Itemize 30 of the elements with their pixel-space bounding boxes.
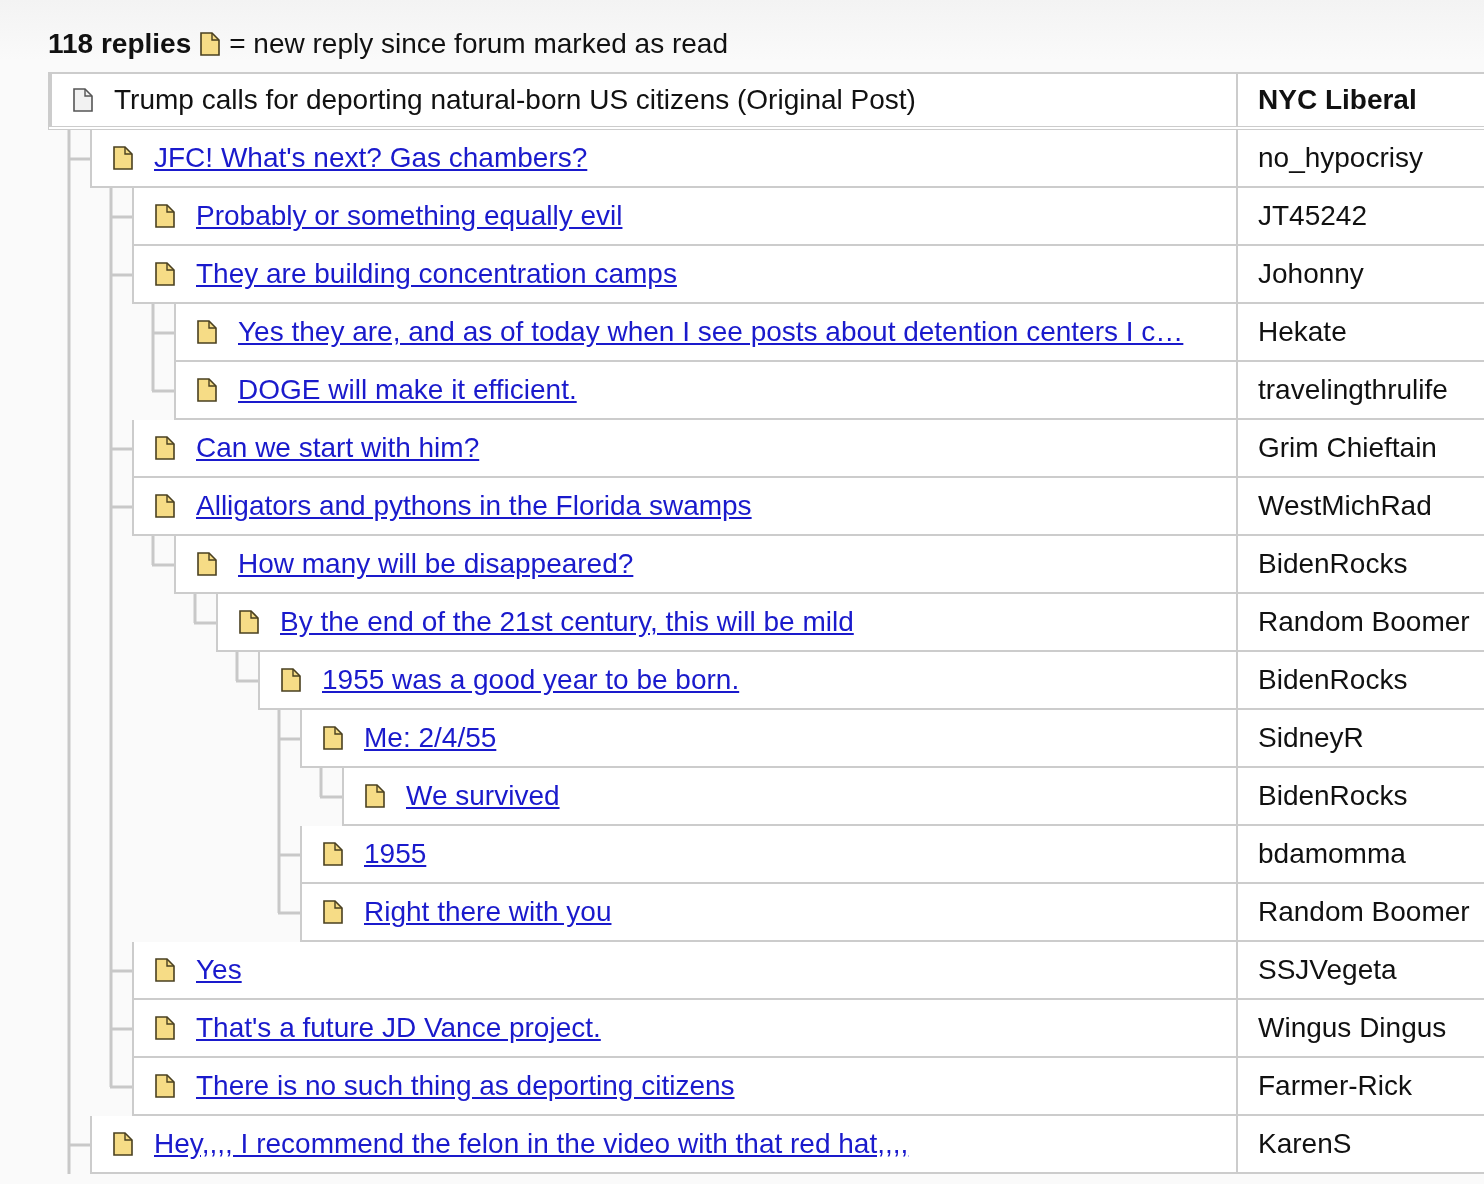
- post-link[interactable]: 1955: [364, 838, 427, 870]
- author-name: SSJVegeta: [1258, 954, 1397, 986]
- author-name: SidneyR: [1258, 722, 1364, 754]
- author-name: bdamomma: [1258, 838, 1406, 870]
- post-link[interactable]: DOGE will make it efficient.: [238, 374, 577, 406]
- post-link[interactable]: Right there with you: [364, 896, 612, 928]
- author-name: Random Boomer: [1258, 896, 1470, 928]
- reply-count: 118 replies: [48, 28, 192, 60]
- author-name: BidenRocks: [1258, 780, 1408, 812]
- post-link[interactable]: Me: 2/4/55: [364, 722, 497, 754]
- author-name: JT45242: [1258, 200, 1367, 232]
- author-name: NYC Liberal: [1258, 84, 1417, 116]
- post-link[interactable]: Yes: [196, 954, 242, 986]
- author-name: BidenRocks: [1258, 548, 1408, 580]
- author-name: Farmer-Rick: [1258, 1070, 1412, 1102]
- author-name: Wingus Dingus: [1258, 1012, 1447, 1044]
- author-name: Random Boomer: [1258, 606, 1470, 638]
- author-name: no_hypocrisy: [1258, 142, 1423, 174]
- author-name: Grim Chieftain: [1258, 432, 1437, 464]
- author-name: BidenRocks: [1258, 664, 1408, 696]
- author-name: Hekate: [1258, 316, 1347, 348]
- document-icon: [199, 32, 222, 56]
- author-name: KarenS: [1258, 1128, 1352, 1160]
- post-link[interactable]: Can we start with him?: [196, 432, 480, 464]
- post-link[interactable]: We survived: [406, 780, 560, 812]
- author-name: WestMichRad: [1258, 490, 1432, 522]
- legend-text: = new reply since forum marked as read: [229, 28, 728, 60]
- author-name: travelingthrulife: [1258, 374, 1448, 406]
- thread-title: Trump calls for deporting natural-born US citizens (Original Post): [114, 84, 916, 116]
- author-name: Johonny: [1258, 258, 1364, 290]
